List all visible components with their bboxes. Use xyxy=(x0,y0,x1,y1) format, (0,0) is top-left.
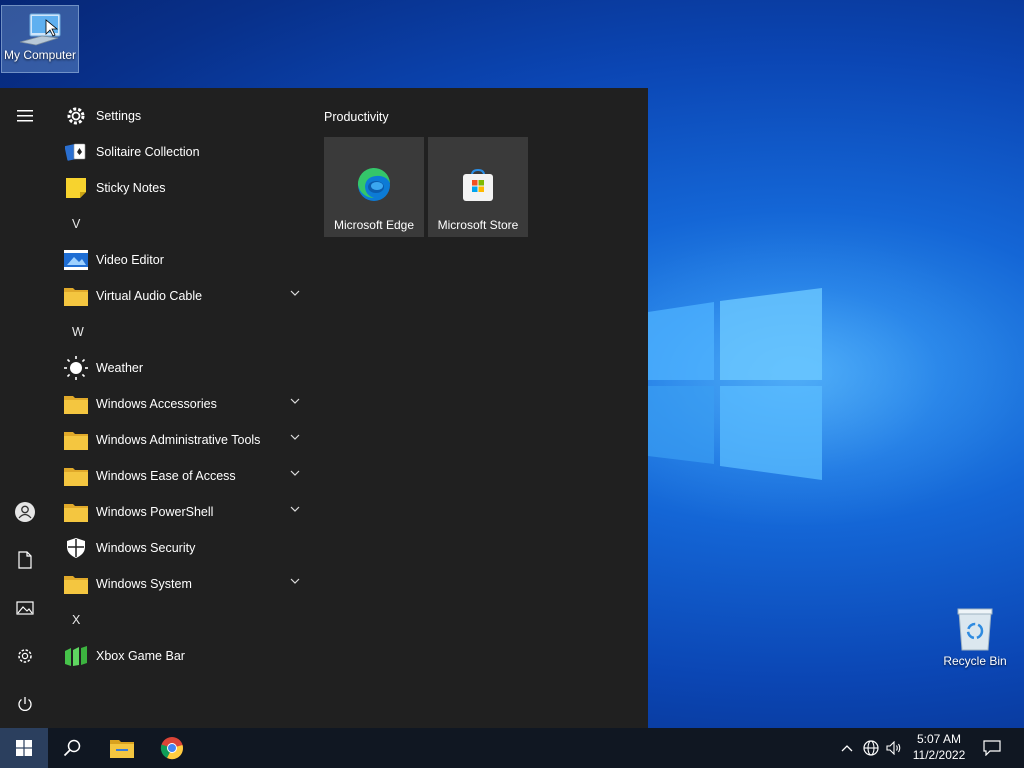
sticky-notes-icon xyxy=(64,176,88,200)
app-item-virtual-audio-cable[interactable]: Virtual Audio Cable xyxy=(58,278,308,314)
volume-icon xyxy=(886,741,901,755)
app-item-label: Windows Ease of Access xyxy=(96,469,236,483)
file-explorer-icon xyxy=(110,740,134,758)
settings-icon xyxy=(18,649,32,663)
app-item-label: Windows Security xyxy=(96,541,196,555)
chrome-button[interactable] xyxy=(148,728,196,768)
gear-icon xyxy=(64,104,88,128)
solitaire-icon xyxy=(64,140,88,164)
desktop-icon-recycle-bin[interactable]: Recycle Bin xyxy=(937,600,1013,668)
app-item-label: Xbox Game Bar xyxy=(96,649,185,663)
app-item-weather[interactable]: Weather xyxy=(58,350,308,386)
show-hidden-icons-button[interactable] xyxy=(838,728,856,768)
app-item-label: Weather xyxy=(96,361,144,375)
search-icon xyxy=(63,739,81,757)
start-rail xyxy=(0,88,50,728)
section-letter-v[interactable]: V xyxy=(58,206,308,242)
file-explorer-button[interactable] xyxy=(98,728,146,768)
chevron-up-icon xyxy=(841,745,853,752)
chrome-icon xyxy=(160,737,183,760)
app-item-label: Windows Accessories xyxy=(96,397,217,411)
video-editor-icon xyxy=(64,248,88,272)
folder-icon xyxy=(64,500,88,524)
desktop-icon-my-computer[interactable]: My Computer xyxy=(1,5,79,73)
clock-time: 5:07 AM xyxy=(916,732,962,746)
pictures-icon xyxy=(16,601,34,615)
taskbar: 5:07 AM 11/2/2022 xyxy=(0,728,1024,768)
edge-icon xyxy=(357,167,390,201)
expand-menu-button[interactable] xyxy=(0,92,50,140)
documents-button[interactable] xyxy=(0,536,50,584)
tile-label: Microsoft Edge xyxy=(333,218,415,232)
tile-microsoft-store[interactable]: Microsoft Store xyxy=(428,137,528,237)
tile-microsoft-edge[interactable]: Microsoft Edge xyxy=(324,137,424,237)
user-account-button[interactable] xyxy=(0,488,50,536)
start-menu: Settings Solitaire Collection Sticky Not… xyxy=(0,88,648,728)
chevron-down-icon[interactable] xyxy=(290,290,300,296)
chevron-down-icon[interactable] xyxy=(290,470,300,476)
tile-group-title[interactable]: Productivity xyxy=(324,110,389,124)
folder-icon xyxy=(64,572,88,596)
app-item-windows-ease-of-access[interactable]: Windows Ease of Access xyxy=(58,458,308,494)
app-item-xbox-game-bar[interactable]: Xbox Game Bar xyxy=(58,638,308,674)
start-button[interactable] xyxy=(0,728,48,768)
app-item-label: Sticky Notes xyxy=(96,181,166,195)
app-item-settings[interactable]: Settings xyxy=(58,98,308,134)
app-item-label: Windows System xyxy=(96,577,192,591)
clock-date: 11/2/2022 xyxy=(912,748,966,762)
app-item-video-editor[interactable]: Video Editor xyxy=(58,242,308,278)
pictures-button[interactable] xyxy=(0,584,50,632)
app-item-windows-administrative-tools[interactable]: Windows Administrative Tools xyxy=(58,422,308,458)
action-center-button[interactable] xyxy=(978,728,1006,768)
section-letter-w[interactable]: W xyxy=(58,314,308,350)
app-item-label: Solitaire Collection xyxy=(96,145,200,159)
folder-icon xyxy=(64,428,88,452)
search-button[interactable] xyxy=(48,728,96,768)
app-item-solitaire[interactable]: Solitaire Collection xyxy=(58,134,308,170)
tile-label: Microsoft Store xyxy=(437,218,519,232)
notifications-icon xyxy=(983,740,1001,756)
user-icon xyxy=(15,502,35,522)
app-item-windows-accessories[interactable]: Windows Accessories xyxy=(58,386,308,422)
volume-button[interactable] xyxy=(884,728,904,768)
app-item-label: Settings xyxy=(96,109,142,123)
chevron-down-icon[interactable] xyxy=(290,434,300,440)
computer-icon xyxy=(19,13,61,46)
xbox-game-bar-icon xyxy=(64,644,88,668)
hamburger-icon xyxy=(17,110,33,122)
app-item-label: Virtual Audio Cable xyxy=(96,289,203,303)
weather-icon xyxy=(64,356,88,380)
app-list: Settings Solitaire Collection Sticky Not… xyxy=(58,98,308,674)
chevron-down-icon[interactable] xyxy=(290,578,300,584)
app-item-windows-security[interactable]: Windows Security xyxy=(58,530,308,566)
folder-icon xyxy=(64,284,88,308)
section-letter-x[interactable]: X xyxy=(58,602,308,638)
document-icon xyxy=(18,551,32,569)
folder-icon xyxy=(64,464,88,488)
app-item-windows-system[interactable]: Windows System xyxy=(58,566,308,602)
network-icon xyxy=(863,740,879,756)
shield-icon xyxy=(64,536,88,560)
settings-rail-button[interactable] xyxy=(0,632,50,680)
recycle-bin-icon xyxy=(957,608,993,651)
app-item-sticky-notes[interactable]: Sticky Notes xyxy=(58,170,308,206)
folder-icon xyxy=(64,392,88,416)
start-icon xyxy=(16,740,32,756)
network-button[interactable] xyxy=(860,728,882,768)
store-icon xyxy=(463,168,493,201)
app-item-label: Video Editor xyxy=(96,253,164,267)
app-item-windows-powershell[interactable]: Windows PowerShell xyxy=(58,494,308,530)
desktop-icon-label: My Computer xyxy=(3,48,77,62)
desktop-icon-label: Recycle Bin xyxy=(943,654,1007,668)
windows-logo-wallpaper xyxy=(648,288,822,480)
chevron-down-icon[interactable] xyxy=(290,506,300,512)
power-button[interactable] xyxy=(0,680,50,728)
app-item-label: Windows PowerShell xyxy=(96,505,214,519)
app-item-label: Windows Administrative Tools xyxy=(96,433,261,447)
clock[interactable]: 5:07 AM 11/2/2022 xyxy=(906,731,972,763)
chevron-down-icon[interactable] xyxy=(290,398,300,404)
power-icon xyxy=(18,697,32,711)
